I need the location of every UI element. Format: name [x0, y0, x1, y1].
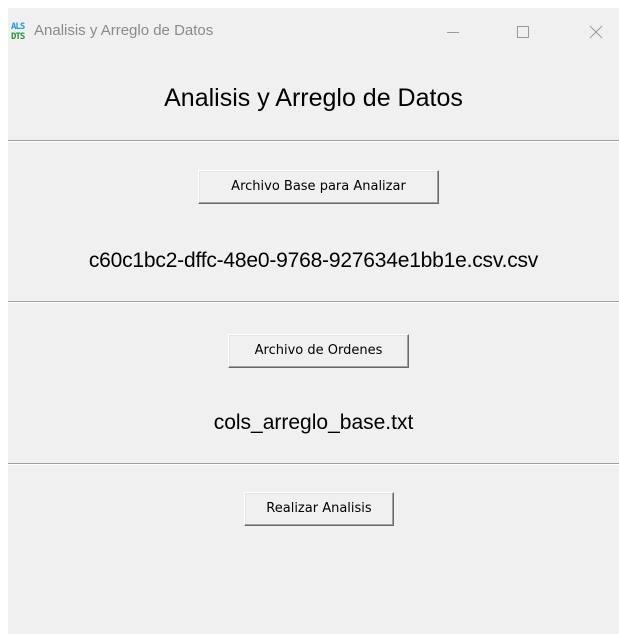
window-title: Analisis y Arreglo de Datos: [34, 22, 214, 39]
maximize-button[interactable]: [503, 18, 543, 46]
separator: [8, 463, 619, 465]
page-title: Analisis y Arreglo de Datos: [164, 84, 463, 112]
separator: [8, 301, 619, 303]
app-icon-line-2: DTS: [11, 32, 25, 42]
minimize-button[interactable]: [433, 18, 473, 46]
title-bar[interactable]: ALS DTS Analisis y Arreglo de Datos: [8, 8, 619, 54]
minimize-icon: [447, 32, 459, 33]
app-window: ALS DTS Analisis y Arreglo de Datos Anal…: [8, 8, 619, 634]
base-file-name: c60c1bc2-dffc-48e0-9768-927634e1bb1e.csv…: [88, 249, 539, 272]
app-icon[interactable]: ALS DTS: [11, 22, 30, 44]
orders-file-name: cols_arreglo_base.txt: [213, 411, 414, 434]
select-orders-file-button[interactable]: Archivo de Ordenes: [228, 334, 409, 368]
close-icon: [589, 25, 603, 39]
select-base-file-button[interactable]: Archivo Base para Analizar: [198, 170, 439, 204]
run-analysis-button[interactable]: Realizar Analisis: [244, 492, 394, 526]
separator: [8, 140, 619, 142]
app-icon-line-1: ALS: [11, 22, 25, 32]
maximize-icon: [517, 26, 529, 38]
close-button[interactable]: [576, 18, 616, 46]
